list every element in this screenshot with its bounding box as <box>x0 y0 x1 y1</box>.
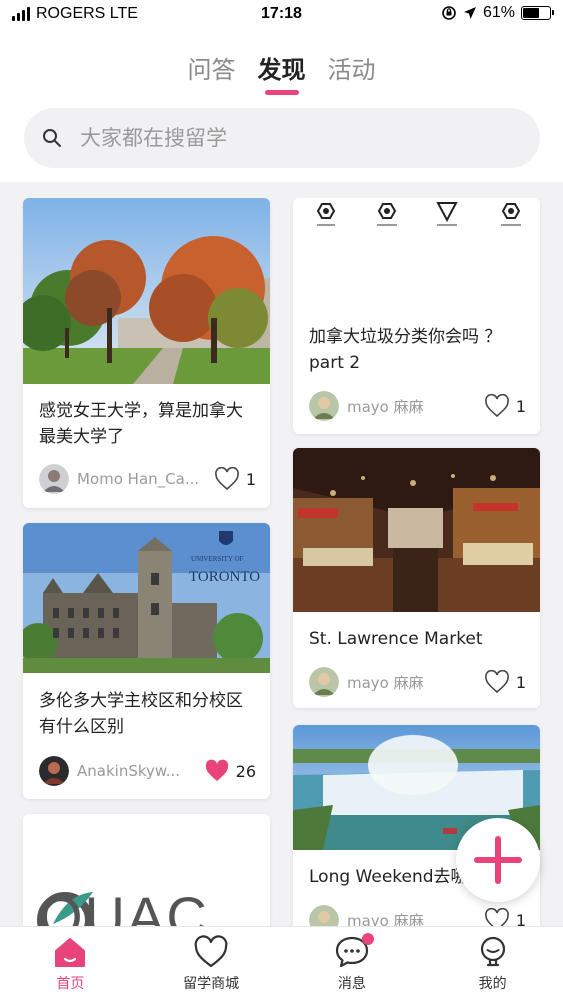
post-card[interactable]: St. Lawrence Market mayo 麻麻 1 <box>293 448 540 708</box>
like-count: 1 <box>515 672 526 692</box>
author-name: Momo Han_Ca... <box>77 470 200 488</box>
post-card[interactable]: 感觉女王大学，算是加拿大最美大学了 Momo Han_Ca... 1 <box>23 198 270 508</box>
avatar <box>309 391 339 421</box>
like-count: 1 <box>245 469 256 489</box>
post-image-ouac-logo: OUAC <box>23 814 270 926</box>
avatar <box>39 464 69 494</box>
avatar <box>309 667 339 697</box>
like-count: 1 <box>515 396 526 416</box>
like-button[interactable]: 26 <box>204 759 256 783</box>
status-right: 61% <box>441 4 554 22</box>
avatar <box>39 756 69 786</box>
avatar <box>309 905 339 926</box>
uoft-toronto-text: TORONTO <box>189 569 260 585</box>
home-icon <box>55 938 86 967</box>
post-meta: Momo Han_Ca... 1 <box>39 464 256 494</box>
rotation-lock-icon <box>442 6 456 20</box>
heart-outline-icon <box>484 670 509 694</box>
post-meta: mayo 麻麻 1 <box>309 667 526 697</box>
post-card[interactable]: UNIVERSITY OF TORONTO 多伦多大学主校区和分校区有什么区别 … <box>23 523 270 799</box>
post-title: 加拿大垃圾分类你会吗 ？part 2 <box>309 327 502 373</box>
status-bar: ROGERS LTE 17:18 61% <box>0 0 563 30</box>
post-meta: mayo 麻麻 1 <box>309 391 526 421</box>
post-title: 多伦多大学主校区和分校区有什么区别 <box>39 691 243 737</box>
heart-shop-icon <box>194 935 228 968</box>
author-name: mayo 麻麻 <box>347 911 424 927</box>
author-name: mayo 麻麻 <box>347 673 424 692</box>
uoft-university-of-text: UNIVERSITY OF <box>191 555 244 563</box>
nav-profile[interactable]: 我的 <box>422 927 563 1000</box>
nav-label: 留学商城 <box>183 976 240 992</box>
tab-qa[interactable]: 问答 <box>188 50 236 85</box>
like-count: 1 <box>515 910 526 927</box>
discover-feed[interactable]: 感觉女王大学，算是加拿大最美大学了 Momo Han_Ca... 1 加拿大垃圾… <box>0 198 563 926</box>
like-button[interactable]: 1 <box>484 394 526 418</box>
unread-badge <box>361 933 374 945</box>
post-image-market-interior <box>293 448 540 612</box>
plus-icon <box>474 836 522 884</box>
header: 问答 发现 活动 <box>0 30 563 182</box>
heart-outline-icon <box>214 467 239 491</box>
nav-label: 消息 <box>337 976 366 992</box>
search-input[interactable] <box>80 126 500 150</box>
post-title: 感觉女王大学，算是加拿大最美大学了 <box>39 401 243 447</box>
nav-messages[interactable]: 消息 <box>282 927 423 1000</box>
top-tabs: 问答 发现 活动 <box>0 50 563 85</box>
like-button[interactable]: 1 <box>484 908 526 926</box>
bottom-nav: 首页 留学商城 消息 我的 <box>0 926 563 1000</box>
ouac-logo-text: OUAC <box>39 885 209 926</box>
tab-discover[interactable]: 发现 <box>258 50 306 85</box>
post-meta: mayo 麻麻 1 <box>309 905 526 926</box>
create-post-button[interactable] <box>456 818 540 902</box>
profile-icon <box>480 936 505 967</box>
search-icon <box>43 129 61 147</box>
nav-label: 我的 <box>478 976 507 992</box>
post-image-recycling-icons <box>293 198 540 308</box>
battery-icon <box>521 6 554 20</box>
post-image-autumn-trees <box>23 198 270 384</box>
post-image-uoft-building: UNIVERSITY OF TORONTO <box>23 523 270 673</box>
post-title: St. Lawrence Market <box>309 629 483 649</box>
battery-percent: 61% <box>482 4 515 21</box>
like-button[interactable]: 1 <box>484 670 526 694</box>
tab-activities[interactable]: 活动 <box>328 50 376 85</box>
nav-label: 首页 <box>56 976 85 992</box>
search-bar[interactable] <box>24 108 540 168</box>
author-name: AnakinSkyw... <box>77 762 181 780</box>
nav-home[interactable]: 首页 <box>0 927 141 1000</box>
like-count: 26 <box>235 761 256 781</box>
heart-outline-icon <box>484 394 509 418</box>
heart-filled-icon <box>205 759 228 781</box>
post-card[interactable]: 加拿大垃圾分类你会吗 ？part 2 mayo 麻麻 1 <box>293 198 540 434</box>
heart-outline-icon <box>484 908 509 926</box>
like-button[interactable]: 1 <box>214 467 256 491</box>
author-name: mayo 麻麻 <box>347 397 424 416</box>
post-card[interactable]: OUAC <box>23 814 270 926</box>
location-icon <box>463 7 476 19</box>
post-meta: AnakinSkyw... 26 <box>39 756 256 786</box>
nav-shop[interactable]: 留学商城 <box>141 927 282 1000</box>
